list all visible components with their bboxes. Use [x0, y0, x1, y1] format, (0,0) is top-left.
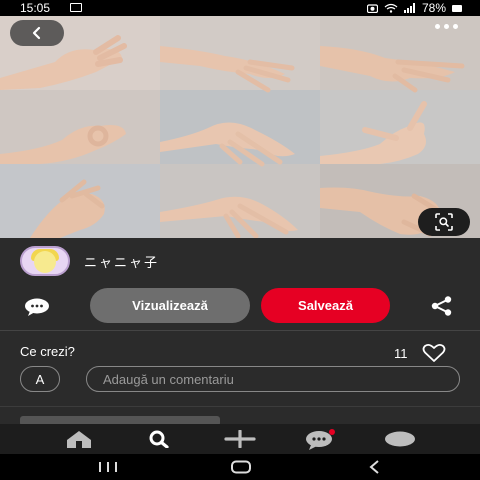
battery-percent: 78%: [421, 1, 446, 15]
creator-profile[interactable]: ニャニャ子: [20, 246, 159, 276]
home-circle-icon: [231, 460, 251, 474]
wifi-icon: [384, 3, 398, 13]
divider: [0, 330, 480, 331]
battery-icon: [452, 4, 462, 12]
home-button[interactable]: [230, 460, 252, 474]
comment-input[interactable]: [86, 366, 460, 392]
bottom-nav: [0, 424, 480, 454]
comments-prompt: Ce crezi?: [20, 344, 75, 359]
pin-image[interactable]: [0, 16, 480, 238]
creator-name[interactable]: ニャニャ子: [84, 252, 159, 271]
back-button[interactable]: [10, 20, 64, 46]
more-dots-icon: [435, 24, 440, 29]
share-icon[interactable]: [431, 296, 453, 316]
camera-icon: [366, 4, 378, 13]
signal-icon: [403, 3, 415, 13]
hand-reference-grid: [0, 16, 480, 238]
visual-search-icon: [435, 213, 453, 231]
heart-icon[interactable]: [422, 343, 446, 363]
status-icons: 78%: [366, 1, 462, 15]
back-chevron-icon: [369, 460, 379, 474]
recents-button[interactable]: [97, 460, 119, 474]
image-icon: [70, 3, 82, 12]
like-counter: 11: [394, 343, 446, 363]
nav-messages[interactable]: [303, 428, 337, 450]
nav-home[interactable]: [62, 428, 96, 450]
add-comment-row: A: [20, 366, 460, 392]
view-button[interactable]: Vizualizează: [90, 288, 250, 323]
back-arrow-icon: [32, 26, 41, 40]
create-plus-icon: [224, 430, 256, 448]
like-count: 11: [394, 345, 408, 361]
more-dots-icon: [444, 24, 449, 29]
recents-icon: [99, 462, 117, 472]
status-bar: 15:05 78%: [0, 0, 480, 16]
nav-create[interactable]: [223, 428, 257, 450]
save-button[interactable]: Salvează: [261, 288, 390, 323]
status-time: 15:05: [20, 1, 51, 15]
messages-icon: [306, 429, 335, 450]
action-row: Vizualizează Salvează: [0, 288, 480, 324]
nav-profile[interactable]: [383, 428, 417, 450]
profile-icon: [385, 431, 415, 447]
system-nav-bar: [0, 454, 480, 480]
notification-dot: [329, 429, 335, 435]
comment-bubble-icon[interactable]: [24, 298, 50, 316]
back-button-system[interactable]: [368, 460, 382, 474]
divider: [0, 406, 480, 407]
home-icon: [67, 431, 91, 448]
pin-details-sheet: ニャニャ子 Vizualizează Salvează Ce crezi? 11…: [0, 238, 480, 426]
avatar[interactable]: [20, 246, 70, 276]
search-icon: [149, 430, 169, 448]
nav-search[interactable]: [142, 428, 176, 450]
user-avatar[interactable]: A: [20, 366, 60, 392]
more-options-button[interactable]: [435, 24, 458, 29]
visual-search-button[interactable]: [418, 208, 470, 236]
more-dots-icon: [453, 24, 458, 29]
